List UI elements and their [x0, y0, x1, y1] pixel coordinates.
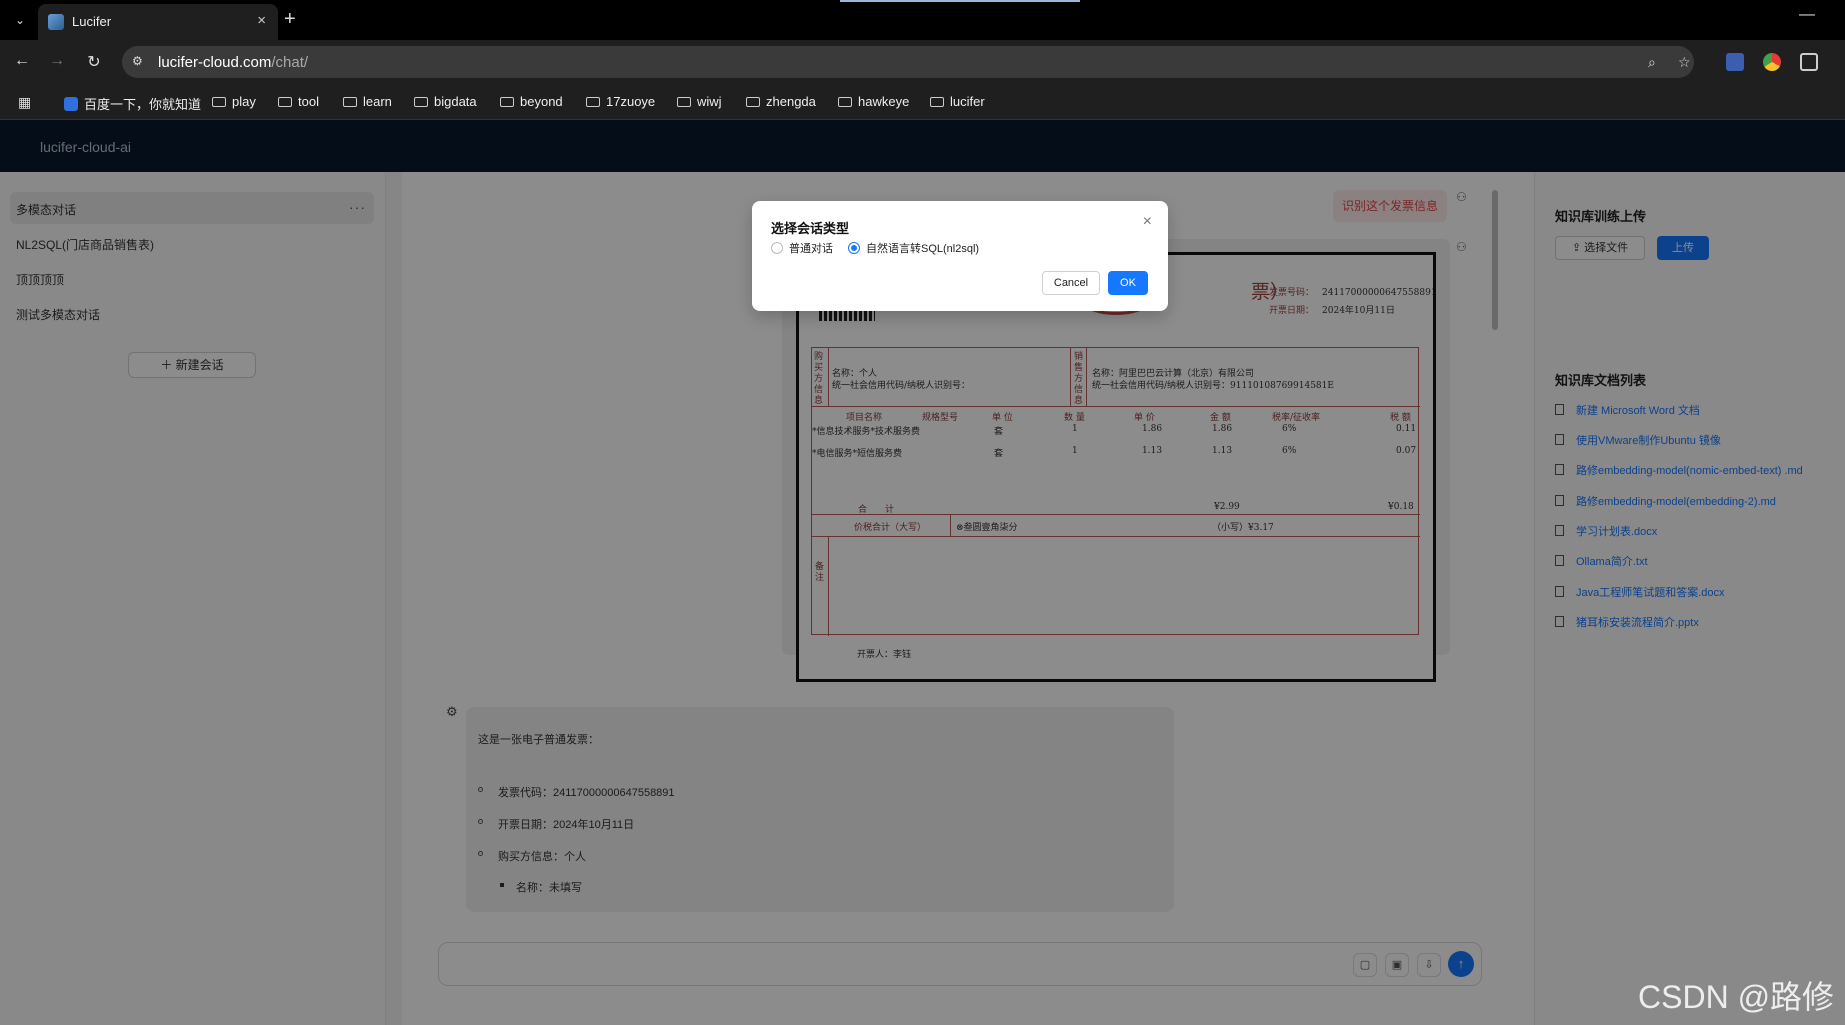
radio-normal-chat[interactable]: 普通对话 — [771, 240, 833, 256]
extensions-puzzle-icon[interactable] — [1800, 53, 1818, 71]
bookmark-label: learn — [363, 94, 392, 109]
bookmark-folder-bigdata[interactable]: bigdata — [414, 94, 477, 109]
minimize-window-button[interactable]: — — [1799, 6, 1815, 24]
bookmark-label: 17zuoye — [606, 94, 656, 109]
folder-icon — [343, 97, 357, 107]
folder-icon — [677, 97, 691, 107]
csdn-watermark: CSDN @路修 — [1638, 979, 1835, 1015]
apps-grid-icon[interactable]: ▦ — [18, 94, 31, 111]
bookmark-label: beyond — [520, 94, 563, 109]
bookmark-folder-zhengda[interactable]: zhengda — [746, 94, 816, 109]
bookmark-label: tool — [298, 94, 319, 109]
bookmarks-bar: ▦ 百度一下，你就知道 play tool learn bigdata beyo… — [0, 84, 1845, 120]
back-arrow-icon[interactable]: ← — [12, 52, 32, 70]
browser-toolbar: ← → ↻ ⚙ lucifer-cloud.com/chat/ ⌕ ☆ — [0, 40, 1845, 84]
radio-checked-icon — [848, 242, 860, 254]
translate-extension-icon[interactable] — [1726, 53, 1744, 71]
close-icon[interactable]: × — [1143, 213, 1152, 231]
url-path: /chat/ — [271, 54, 309, 71]
browser-tab[interactable]: Lucifer × — [38, 4, 278, 40]
radio-label: 自然语言转SQL(nl2sql) — [866, 243, 980, 255]
tab-title: Lucifer — [72, 14, 112, 29]
modal-title: 选择会话类型 — [771, 221, 850, 236]
radio-circle-icon — [771, 242, 783, 254]
url-host: lucifer-cloud.com — [158, 54, 272, 71]
browser-tabbar: ⌄ Lucifer × + — — [0, 0, 1845, 40]
bookmark-label: lucifer — [950, 94, 985, 109]
folder-icon — [500, 97, 514, 107]
tab-indicator — [840, 0, 1080, 2]
bookmark-label: play — [232, 94, 256, 109]
baidu-icon — [64, 97, 78, 111]
cancel-button[interactable]: Cancel — [1042, 271, 1100, 295]
zoom-icon[interactable]: ⌕ — [1648, 54, 1656, 71]
folder-icon — [746, 97, 760, 107]
forward-arrow-icon[interactable]: → — [47, 52, 67, 70]
address-bar[interactable]: ⚙ lucifer-cloud.com/chat/ ⌕ ☆ — [122, 46, 1694, 78]
bookmark-folder-lucifer[interactable]: lucifer — [930, 94, 985, 109]
folder-icon — [212, 97, 226, 107]
bookmark-folder-play[interactable]: play — [212, 94, 256, 109]
radio-nl2sql[interactable]: 自然语言转SQL(nl2sql) — [848, 240, 979, 256]
url-text[interactable]: lucifer-cloud.com/chat/ — [158, 54, 308, 71]
site-info-icon[interactable]: ⚙ — [132, 54, 143, 68]
tab-close-icon[interactable]: × — [257, 12, 266, 29]
bookmark-label: bigdata — [434, 94, 477, 109]
folder-icon — [414, 97, 428, 107]
ok-button[interactable]: OK — [1108, 271, 1148, 295]
bookmark-label: hawkeye — [858, 94, 910, 109]
radio-label: 普通对话 — [789, 243, 833, 255]
reload-icon[interactable]: ↻ — [84, 52, 104, 72]
bookmark-label: 百度一下，你就知道 — [84, 97, 202, 112]
bookmark-folder-beyond[interactable]: beyond — [500, 94, 563, 109]
bookmark-folder-learn[interactable]: learn — [343, 94, 392, 109]
session-type-modal: 选择会话类型 × 普通对话 自然语言转SQL(nl2sql) Cancel OK — [752, 201, 1168, 311]
folder-icon — [930, 97, 944, 107]
bookmark-baidu[interactable]: 百度一下，你就知道 — [64, 94, 201, 113]
bookmark-folder-17zuoye[interactable]: 17zuoye — [586, 94, 655, 109]
folder-icon — [278, 97, 292, 107]
bookmark-folder-tool[interactable]: tool — [278, 94, 319, 109]
site-favicon-icon — [48, 14, 64, 30]
bookmark-folder-hawkeye[interactable]: hawkeye — [838, 94, 909, 109]
tab-list-chevron-icon[interactable]: ⌄ — [10, 10, 30, 30]
bookmark-star-icon[interactable]: ☆ — [1678, 54, 1691, 71]
folder-icon — [838, 97, 852, 107]
bookmark-label: wiwj — [697, 94, 722, 109]
bookmark-label: zhengda — [766, 94, 816, 109]
folder-icon — [586, 97, 600, 107]
chrome-extension-icon[interactable] — [1763, 53, 1781, 71]
new-tab-button[interactable]: + — [284, 8, 296, 31]
bookmark-folder-wiwj[interactable]: wiwj — [677, 94, 722, 109]
